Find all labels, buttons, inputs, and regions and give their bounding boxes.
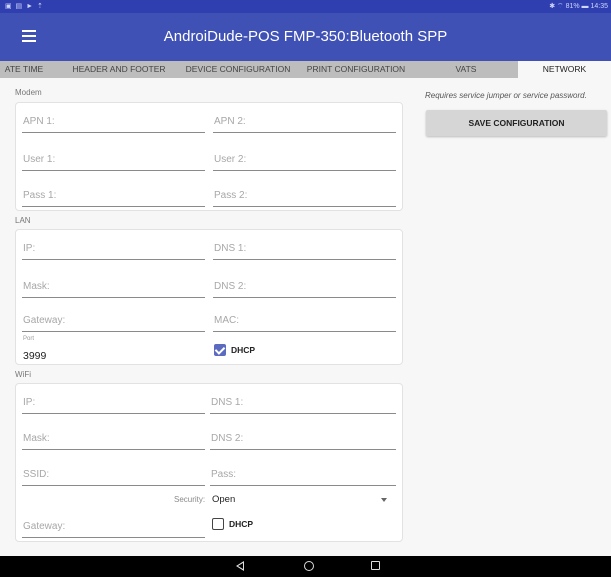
lan-port-label: Port (23, 336, 35, 342)
status-bar: ▣ ▤ ► ⇡ ✱ ⌔ 81% ▬ 14:35 (0, 0, 611, 13)
modem-pass1-input[interactable]: Pass 1: (22, 183, 205, 207)
wifi-ssid-input[interactable]: SSID: (22, 462, 205, 486)
tab-device-configuration[interactable]: DEVICE CONFIGURATION (180, 61, 296, 78)
wifi-dhcp-label: DHCP (229, 519, 254, 529)
lan-mac-placeholder: MAC: (214, 315, 239, 326)
lan-ip-input[interactable]: IP: (22, 236, 205, 260)
modem-apn2-placeholder: APN 2: (214, 116, 246, 127)
wifi-dns2-placeholder: DNS 2: (211, 433, 244, 444)
save-configuration-button[interactable]: SAVE CONFIGURATION (426, 110, 607, 136)
wifi-dhcp-checkbox[interactable]: DHCP (212, 518, 253, 530)
wifi-ip-placeholder: IP: (23, 397, 36, 408)
lan-dhcp-checkbox[interactable]: DHCP (214, 344, 255, 356)
wifi-ssid-placeholder: SSID: (23, 469, 50, 480)
lan-gateway-input[interactable]: Gateway: (22, 308, 205, 332)
wifi-security-label: Security: (174, 495, 206, 504)
wifi-section-label: WiFi (15, 370, 31, 379)
lan-dhcp-label: DHCP (231, 345, 256, 355)
modem-apn1-placeholder: APN 1: (23, 116, 55, 127)
tab-date-time[interactable]: ATE TIME (0, 61, 52, 78)
wifi-security-select[interactable]: Open (212, 493, 387, 507)
lan-ip-placeholder: IP: (23, 243, 36, 254)
system-nav-bar (0, 556, 611, 577)
checkbox-checked-icon (214, 344, 226, 356)
modem-user2-input[interactable]: User 2: (213, 147, 396, 171)
modem-section-label: Modem (15, 88, 42, 97)
dropdown-arrow-icon (381, 498, 387, 502)
tab-vats[interactable]: VATS (416, 61, 516, 78)
lan-section-label: LAN (15, 216, 31, 225)
status-icons-left: ▣ ▤ ► ⇡ (5, 3, 44, 10)
wifi-dns2-input[interactable]: DNS 2: (210, 426, 396, 450)
wifi-mask-placeholder: Mask: (23, 433, 50, 444)
nav-recent-apps-icon[interactable] (371, 561, 380, 570)
modem-apn2-input[interactable]: APN 2: (213, 109, 396, 133)
tab-strip: ATE TIME HEADER AND FOOTER DEVICE CONFIG… (0, 61, 611, 78)
tab-print-configuration[interactable]: PRINT CONFIGURATION (298, 61, 414, 78)
wifi-dns1-placeholder: DNS 1: (211, 397, 244, 408)
lan-port-input[interactable]: 3999 (23, 350, 46, 362)
checkbox-unchecked-icon (212, 518, 224, 530)
wifi-dns1-input[interactable]: DNS 1: (210, 390, 396, 414)
modem-pass1-placeholder: Pass 1: (23, 190, 57, 201)
service-requirement-note: Requires service jumper or service passw… (425, 91, 587, 100)
modem-user1-input[interactable]: User 1: (22, 147, 205, 171)
modem-pass2-placeholder: Pass 2: (214, 190, 248, 201)
nav-back-icon[interactable] (236, 561, 244, 571)
modem-card: APN 1: APN 2: User 1: User 2: Pass 1: Pa… (15, 102, 403, 211)
nav-home-icon[interactable] (304, 561, 314, 571)
lan-mask-placeholder: Mask: (23, 281, 50, 292)
lan-dns2-input[interactable]: DNS 2: (213, 274, 396, 298)
wifi-mask-input[interactable]: Mask: (22, 426, 205, 450)
lan-dns1-placeholder: DNS 1: (214, 243, 247, 254)
lan-dns2-placeholder: DNS 2: (214, 281, 247, 292)
modem-user1-placeholder: User 1: (23, 154, 56, 165)
status-icons-right: ✱ ⌔ 81% ▬ 14:35 (549, 3, 608, 10)
lan-mask-input[interactable]: Mask: (22, 274, 205, 298)
lan-dns1-input[interactable]: DNS 1: (213, 236, 396, 260)
modem-user2-placeholder: User 2: (214, 154, 247, 165)
wifi-gateway-placeholder: Gateway: (23, 521, 66, 532)
app-title: AndroiDude-POS FMP-350:Bluetooth SPP (163, 28, 448, 45)
lan-mac-input[interactable]: MAC: (213, 308, 396, 332)
lan-card: IP: DNS 1: Mask: DNS 2: Gateway: MAC: Po… (15, 229, 403, 365)
wifi-ip-input[interactable]: IP: (22, 390, 205, 414)
app-bar: AndroiDude-POS FMP-350:Bluetooth SPP (0, 13, 611, 61)
wifi-pass-placeholder: Pass: (211, 469, 237, 480)
modem-apn1-input[interactable]: APN 1: (22, 109, 205, 133)
wifi-gateway-input[interactable]: Gateway: (22, 514, 205, 538)
lan-gateway-placeholder: Gateway: (23, 315, 66, 326)
tab-network[interactable]: NETWORK (518, 61, 611, 78)
tab-header-and-footer[interactable]: HEADER AND FOOTER (60, 61, 178, 78)
modem-pass2-input[interactable]: Pass 2: (213, 183, 396, 207)
wifi-card: IP: DNS 1: Mask: DNS 2: SSID: Pass: Secu… (15, 383, 403, 542)
wifi-security-value: Open (212, 494, 236, 505)
wifi-pass-input[interactable]: Pass: (210, 462, 396, 486)
